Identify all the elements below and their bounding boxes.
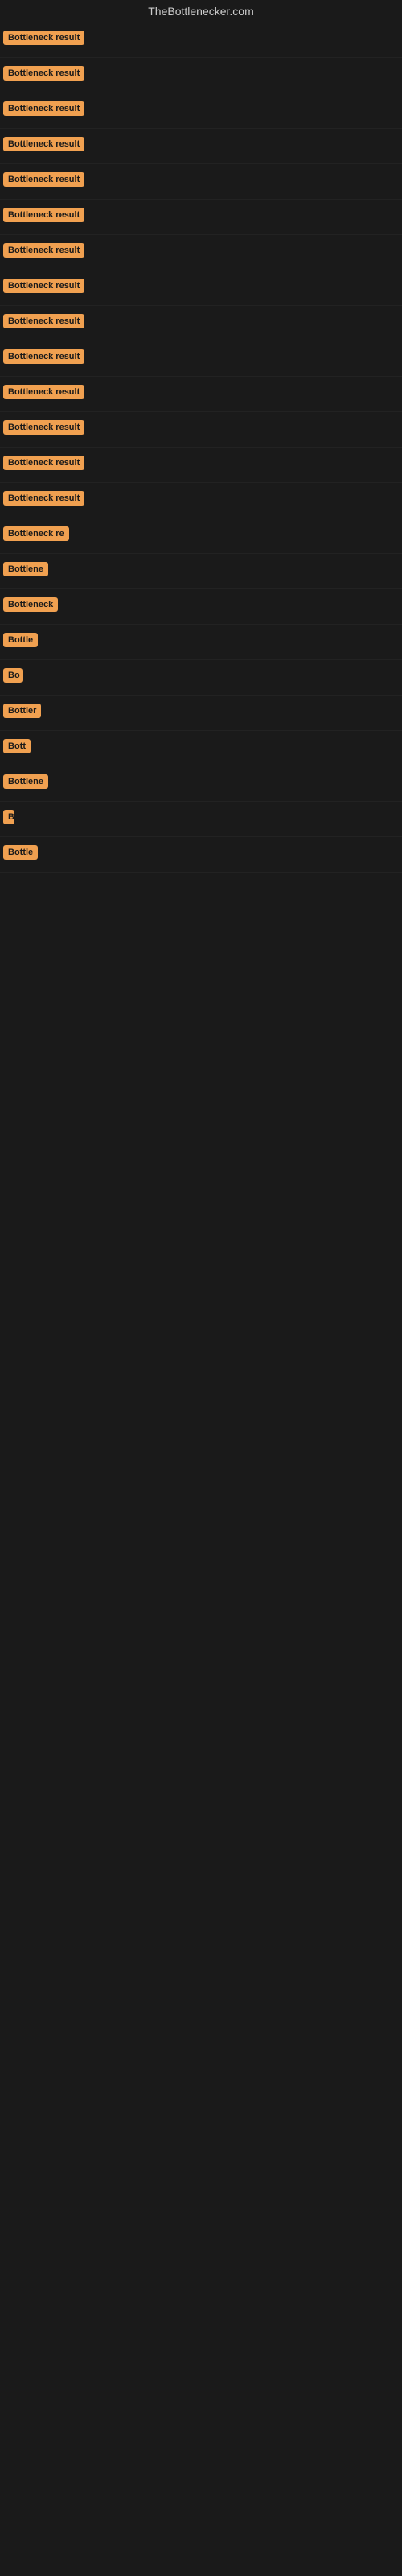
bottleneck-badge-10[interactable]: Bottleneck result: [3, 349, 84, 364]
bottleneck-badge-12[interactable]: Bottleneck result: [3, 420, 84, 435]
bottleneck-badge-20[interactable]: Bottler: [3, 704, 41, 718]
bottleneck-badge-4[interactable]: Bottleneck result: [3, 137, 84, 151]
bottleneck-badge-3[interactable]: Bottleneck result: [3, 101, 84, 116]
bottleneck-badge-5[interactable]: Bottleneck result: [3, 172, 84, 187]
bottleneck-badge-21[interactable]: Bott: [3, 739, 31, 753]
badge-row-2: Bottleneck result: [0, 58, 402, 93]
badge-row-18: Bottle: [0, 625, 402, 660]
bottleneck-badge-8[interactable]: Bottleneck result: [3, 279, 84, 293]
bottleneck-badge-14[interactable]: Bottleneck result: [3, 491, 84, 506]
badge-row-24: Bottle: [0, 837, 402, 873]
bottleneck-badge-16[interactable]: Bottlene: [3, 562, 48, 576]
badge-row-11: Bottleneck result: [0, 377, 402, 412]
badge-row-8: Bottleneck result: [0, 270, 402, 306]
bottleneck-badge-1[interactable]: Bottleneck result: [3, 31, 84, 45]
badge-row-7: Bottleneck result: [0, 235, 402, 270]
badge-row-13: Bottleneck result: [0, 448, 402, 483]
bottleneck-badge-15[interactable]: Bottleneck re: [3, 526, 69, 541]
badge-row-20: Bottler: [0, 696, 402, 731]
badge-row-6: Bottleneck result: [0, 200, 402, 235]
bottleneck-badge-6[interactable]: Bottleneck result: [3, 208, 84, 222]
badge-row-10: Bottleneck result: [0, 341, 402, 377]
bottleneck-badge-22[interactable]: Bottlene: [3, 774, 48, 789]
badge-row-4: Bottleneck result: [0, 129, 402, 164]
site-title: TheBottlenecker.com: [0, 0, 402, 23]
page-wrapper: TheBottlenecker.com Bottleneck resultBot…: [0, 0, 402, 2576]
bottleneck-badge-2[interactable]: Bottleneck result: [3, 66, 84, 80]
bottleneck-badge-18[interactable]: Bottle: [3, 633, 38, 647]
badge-row-19: Bo: [0, 660, 402, 696]
bottleneck-badge-9[interactable]: Bottleneck result: [3, 314, 84, 328]
badge-row-22: Bottlene: [0, 766, 402, 802]
badge-row-15: Bottleneck re: [0, 518, 402, 554]
badge-row-5: Bottleneck result: [0, 164, 402, 200]
bottleneck-badge-13[interactable]: Bottleneck result: [3, 456, 84, 470]
badge-list: Bottleneck result Bottleneck result Bottle…: [0, 23, 402, 873]
badge-row-21: Bott: [0, 731, 402, 766]
badge-row-16: Bottlene: [0, 554, 402, 589]
badge-row-23: B: [0, 802, 402, 837]
badge-row-12: Bottleneck result: [0, 412, 402, 448]
badge-row-3: Bottleneck result: [0, 93, 402, 129]
badge-row-14: Bottleneck result: [0, 483, 402, 518]
bottleneck-badge-23[interactable]: B: [3, 810, 14, 824]
bottleneck-badge-17[interactable]: Bottleneck: [3, 597, 58, 612]
badge-row-9: Bottleneck result: [0, 306, 402, 341]
bottleneck-badge-11[interactable]: Bottleneck result: [3, 385, 84, 399]
badge-row-1: Bottleneck result: [0, 23, 402, 58]
bottleneck-badge-7[interactable]: Bottleneck result: [3, 243, 84, 258]
bottleneck-badge-19[interactable]: Bo: [3, 668, 23, 683]
badge-row-17: Bottleneck: [0, 589, 402, 625]
bottleneck-badge-24[interactable]: Bottle: [3, 845, 38, 860]
